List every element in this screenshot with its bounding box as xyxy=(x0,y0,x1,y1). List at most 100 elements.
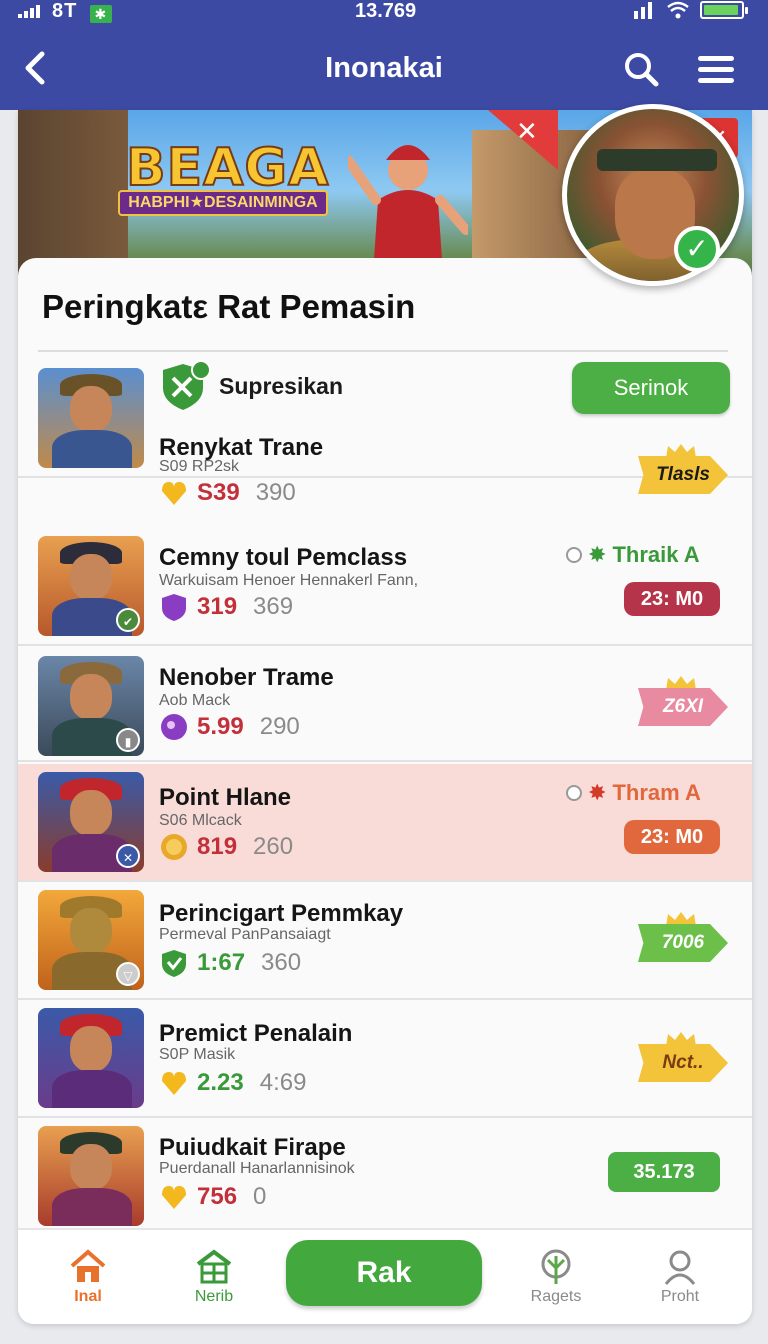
purple-shield-icon xyxy=(162,594,186,621)
thumb-badge-icon: ▮ xyxy=(116,728,140,752)
shield-icon xyxy=(163,360,211,410)
radio-button[interactable] xyxy=(566,785,582,801)
verified-check-icon: ✓ xyxy=(674,226,720,272)
hero-thumbnail: ✔ xyxy=(38,536,144,636)
green-shield-icon xyxy=(162,950,186,977)
row-name: Puiudkait Firape xyxy=(159,1134,346,1161)
status-right-group xyxy=(632,1,748,19)
gold-heart-icon xyxy=(162,1186,186,1209)
gold-coin-icon xyxy=(161,834,187,860)
row-value: 1:67 xyxy=(197,949,246,976)
ribbon-label: Nct.. xyxy=(638,1044,728,1082)
thumb-head xyxy=(70,908,112,954)
row-sub: Aob Mack xyxy=(159,692,231,709)
row-name: Cemny toul Pemclass xyxy=(159,544,408,571)
row-label: Supresikan xyxy=(219,372,343,399)
store-icon xyxy=(196,1249,232,1284)
row-sub: Puerdanall Hanarlannisinok xyxy=(159,1160,355,1177)
row-sub: S0P Masik xyxy=(159,1046,236,1063)
row-status: ✸ Thraik A xyxy=(566,542,700,568)
row-name: Nenober Trame xyxy=(159,664,334,691)
nav-profile-label: Proht xyxy=(660,1288,700,1305)
row-name: Premict Penalain xyxy=(159,1020,353,1047)
list-item[interactable]: Puiudkait Firape Puerdanall Hanarlannisi… xyxy=(18,1118,752,1234)
radio-button[interactable] xyxy=(566,547,582,563)
tree-icon xyxy=(541,1249,571,1284)
list-item[interactable]: ✔ Cemny toul Pemclass Warkuisam Henoer H… xyxy=(18,528,752,646)
gold-heart-icon xyxy=(162,482,186,505)
nav-news-label: Nerib xyxy=(194,1288,234,1305)
banner-logo: BEAGA xyxy=(125,137,330,199)
hero-thumbnail xyxy=(38,368,144,468)
cell-signal-icon xyxy=(634,2,652,19)
row-stats: 1:67 360 xyxy=(159,948,301,978)
list-item-highlighted[interactable]: ✕ Point Hlane S06 Mlcack 819 260 ✸ Thram… xyxy=(18,764,752,882)
banner-logo-sub: HABPHI★DESAINMINGA xyxy=(118,190,328,216)
ribbon-label: Z6XI xyxy=(638,688,728,726)
battery-icon xyxy=(700,1,748,19)
list-item[interactable]: ▽ Perincigart Pemmkay Permeval PanPansai… xyxy=(18,882,752,1000)
thumb-body xyxy=(52,430,132,468)
row-stats: 319 369 xyxy=(159,592,293,622)
panel-title: Peringkatε Rat Pemasin xyxy=(42,288,416,325)
hero-thumbnail: ▽ xyxy=(38,890,144,990)
rank-ribbon: Tlasls xyxy=(638,442,728,502)
row-status: ✸ Thram A xyxy=(566,780,701,806)
list-item[interactable]: Supresikan Serinok Renykat Trane S09 RP2… xyxy=(18,354,752,506)
avatar-headband xyxy=(597,149,717,171)
row-stats: 5.99 290 xyxy=(159,712,300,742)
row-sub: Permeval PanPansaiagt xyxy=(159,926,331,943)
search-icon[interactable] xyxy=(620,48,662,90)
row-sub: Warkuisam Henoer Hennakerl Fann, xyxy=(159,572,419,589)
nav-news[interactable]: Nerib xyxy=(164,1248,264,1306)
thumb-head xyxy=(70,554,112,600)
row-stats: 819 260 xyxy=(159,832,293,862)
thumb-body xyxy=(52,1070,132,1108)
row-value: 819 xyxy=(197,833,238,860)
profile-icon xyxy=(664,1250,696,1285)
nav-rages[interactable]: Ragets xyxy=(506,1248,606,1306)
menu-icon[interactable] xyxy=(694,50,738,90)
thumb-head xyxy=(70,386,112,432)
time-pill: 23: M0 xyxy=(624,582,720,616)
list-item[interactable]: Premict Penalain S0P Masik 2.23 4:69 Nct… xyxy=(18,1000,752,1118)
time-pill: 23: M0 xyxy=(624,820,720,854)
thumb-head xyxy=(70,1144,112,1190)
hero-thumbnail: ✕ xyxy=(38,772,144,872)
nav-home[interactable]: Inal xyxy=(38,1248,138,1306)
row-value-secondary: 0 xyxy=(253,1183,267,1210)
serinok-button[interactable]: Serinok xyxy=(572,362,730,414)
row-value-secondary: 390 xyxy=(255,479,296,506)
thumb-body xyxy=(52,1188,132,1226)
row-value-secondary: 290 xyxy=(259,713,300,740)
row-name: Point Hlane xyxy=(159,784,292,811)
row-value-secondary: 4:69 xyxy=(259,1069,307,1096)
row-value: 319 xyxy=(197,593,238,620)
hero-thumbnail xyxy=(38,1008,144,1108)
hero-thumbnail: ▮ xyxy=(38,656,144,756)
list-item[interactable]: ▮ Nenober Trame Aob Mack 5.99 290 Z6XI xyxy=(18,648,752,762)
thumb-head xyxy=(70,674,112,720)
star-burst-icon: ✸ xyxy=(588,542,607,567)
bottom-nav: Inal Nerib Rak Ragets Proht xyxy=(18,1228,752,1324)
score-pill[interactable]: 35.173 xyxy=(608,1152,720,1192)
nav-center-button[interactable]: Rak xyxy=(286,1240,482,1306)
ribbon-label: Tlasls xyxy=(638,456,728,494)
banner-close-icon[interactable]: ✕ xyxy=(516,116,538,147)
hero-thumbnail xyxy=(38,1126,144,1226)
status-time: 13.769 xyxy=(355,0,417,22)
app-bar: Inonakai xyxy=(0,26,768,110)
nav-rages-label: Ragets xyxy=(530,1288,582,1305)
row-stats: S39 390 xyxy=(159,478,296,508)
row-sub: S09 RP2sk xyxy=(159,458,240,475)
row-value: 5.99 xyxy=(197,713,244,740)
row-stats: 2.23 4:69 xyxy=(159,1068,306,1098)
sim-icon: ✱ xyxy=(89,5,112,23)
nav-profile[interactable]: Proht xyxy=(630,1248,730,1306)
rank-ribbon: Nct.. xyxy=(638,1030,728,1090)
main-card: BEAGA HABPHI★DESAINMINGA ✕ ✕ Peringkatε … xyxy=(18,110,752,1324)
row-status-label: Thraik A xyxy=(612,542,700,567)
wifi-icon xyxy=(667,1,689,19)
rank-ribbon: 7006 xyxy=(638,910,728,970)
row-value: S39 xyxy=(197,479,240,506)
